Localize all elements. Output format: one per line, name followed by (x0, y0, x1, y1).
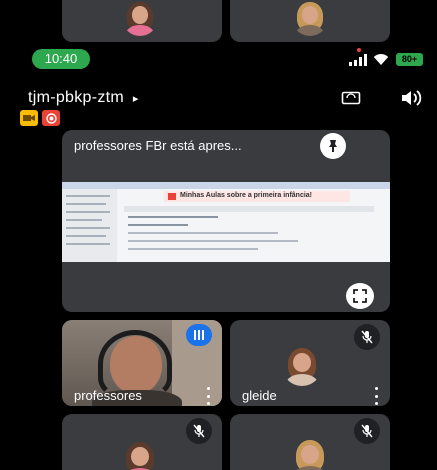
participant-tile-bottom-left[interactable] (62, 414, 222, 470)
browser-bar (62, 182, 390, 189)
participant-name: professores (74, 388, 142, 403)
participant-tile-bottom-right[interactable] (230, 414, 390, 470)
screen-sidebar (62, 189, 117, 262)
status-bar: 10:40 80+ (0, 44, 437, 74)
participant-tile-top-left[interactable] (62, 0, 222, 42)
participant-avatar (290, 438, 330, 470)
host-controls-badge[interactable] (20, 110, 38, 126)
fullscreen-button[interactable] (346, 283, 374, 309)
participant-name: gleide (242, 388, 277, 403)
status-time: 10:40 (44, 51, 78, 66)
host-controls-icon (23, 115, 35, 121)
screen-banner: Minhas Aulas sobre a primeira infância! (164, 191, 350, 202)
mic-off-icon (193, 424, 205, 438)
participant-tile-top-right[interactable] (230, 0, 390, 42)
pin-icon (329, 140, 337, 152)
screen-tabs (124, 206, 374, 212)
slide-heading: Minhas Aulas sobre a primeira infância! (180, 192, 313, 199)
battery-indicator: 80+ (396, 53, 423, 66)
participant-avatar (292, 0, 328, 36)
signal-icon (349, 54, 367, 66)
mute-badge (186, 418, 212, 444)
participant-tile-gleide[interactable]: gleide (230, 320, 390, 406)
pin-button[interactable] (320, 133, 346, 159)
more-options-button[interactable] (371, 387, 381, 405)
meeting-top-bar: tjm-pbkp-ztm ▸ (0, 74, 437, 130)
wifi-icon (373, 53, 389, 65)
speaker-icon[interactable] (400, 88, 422, 108)
notification-dot (357, 48, 361, 52)
shared-screen: Minhas Aulas sobre a primeira infância! (62, 182, 390, 262)
mute-badge (354, 324, 380, 350)
person-head (110, 336, 162, 394)
battery-level: 80+ (401, 54, 418, 64)
participant-avatar (122, 0, 158, 36)
participant-avatar (120, 440, 160, 470)
participant-tile-professores[interactable]: professores (62, 320, 222, 406)
recording-badge[interactable] (42, 110, 60, 126)
mic-off-icon (361, 424, 373, 438)
presentation-title: professores FBr está apres... (74, 138, 242, 153)
rotate-screen-icon[interactable] (341, 89, 361, 107)
screen-text-lines (128, 216, 368, 256)
fullscreen-icon (353, 289, 367, 303)
record-icon (45, 112, 57, 124)
meeting-code-chevron: ▸ (132, 93, 139, 105)
participant-avatar (282, 346, 322, 386)
mic-off-icon (361, 330, 373, 344)
mute-badge (354, 418, 380, 444)
speaking-badge (186, 324, 212, 346)
time-pill: 10:40 (32, 49, 90, 69)
meeting-code: tjm-pbkp-ztm (28, 89, 125, 106)
more-options-button[interactable] (203, 387, 213, 405)
presentation-tile[interactable]: professores FBr está apres... Minhas Aul… (62, 130, 390, 312)
meeting-code-button[interactable]: tjm-pbkp-ztm ▸ (28, 89, 139, 107)
